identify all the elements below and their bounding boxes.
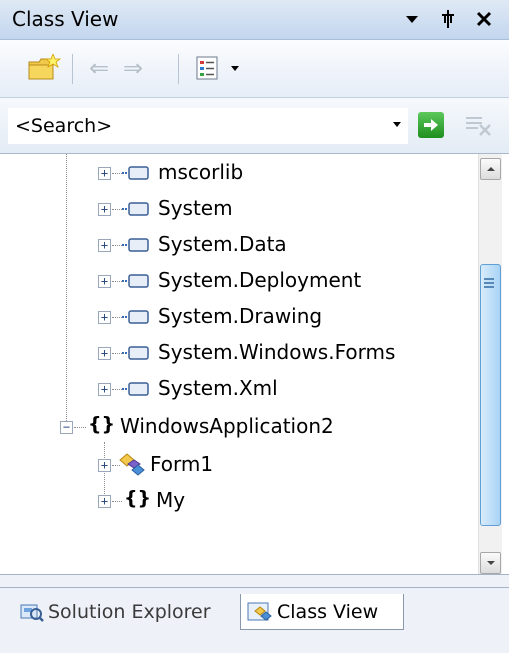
tree-item-label: mscorlib bbox=[158, 160, 244, 184]
back-button[interactable]: ⇐ bbox=[84, 50, 114, 86]
panel-title-bar: Class View bbox=[0, 0, 509, 40]
class-view-icon bbox=[247, 602, 272, 621]
window-position-dropdown-icon[interactable] bbox=[398, 4, 426, 34]
tree-item-label: Form1 bbox=[150, 452, 214, 476]
tree-guide-line bbox=[112, 501, 122, 502]
search-go-button[interactable] bbox=[418, 112, 444, 138]
tree-item-label: My bbox=[156, 488, 186, 512]
tree-item-system-data[interactable]: + System.Data bbox=[8, 228, 468, 262]
class-view-toolbar: ⇐ ⇒ bbox=[0, 40, 509, 98]
settings-dropdown-icon[interactable] bbox=[226, 50, 244, 86]
expand-icon[interactable]: + bbox=[98, 275, 111, 288]
scrollbar-thumb[interactable] bbox=[480, 264, 501, 526]
toolbar-separator bbox=[72, 54, 73, 84]
expand-icon[interactable]: + bbox=[98, 347, 111, 360]
tree-guide-line bbox=[112, 209, 122, 210]
tool-window-tabs: Solution Explorer Class View bbox=[0, 588, 509, 653]
tree-item-system-deployment[interactable]: + System.Deployment bbox=[8, 264, 468, 298]
tree-item-form1[interactable]: + Form1 bbox=[8, 448, 468, 482]
class-view-settings-icon bbox=[196, 56, 218, 80]
new-folder-button[interactable] bbox=[24, 50, 64, 86]
tree-guide-line bbox=[112, 317, 122, 318]
assembly-reference-icon bbox=[122, 166, 149, 180]
tree-guide-line bbox=[112, 173, 122, 174]
clear-search-icon bbox=[466, 117, 491, 136]
namespace-icon: {} bbox=[88, 413, 116, 435]
auto-hide-pin-icon[interactable] bbox=[434, 4, 462, 34]
assembly-reference-icon bbox=[122, 202, 149, 216]
class-icon bbox=[119, 453, 145, 476]
clear-search-button[interactable] bbox=[462, 110, 494, 140]
forward-button[interactable]: ⇒ bbox=[118, 50, 148, 86]
tree-guide-line bbox=[74, 427, 86, 428]
tree-item-system[interactable]: + System bbox=[8, 192, 468, 226]
assembly-reference-icon bbox=[122, 274, 149, 288]
tab-class-view[interactable]: Class View bbox=[240, 594, 404, 630]
namespace-icon: {} bbox=[124, 487, 152, 509]
panel-title: Class View bbox=[12, 7, 119, 31]
tree-item-system-drawing[interactable]: + System.Drawing bbox=[8, 300, 468, 334]
close-icon[interactable] bbox=[470, 4, 498, 34]
tree-item-system-windows-forms[interactable]: + System.Windows.Forms bbox=[8, 336, 468, 370]
expand-icon[interactable]: + bbox=[98, 167, 111, 180]
tree-guide-line bbox=[112, 245, 122, 246]
tree-guide-line bbox=[112, 281, 122, 282]
tree-guide-line bbox=[112, 353, 122, 354]
search-bar: <Search> bbox=[0, 98, 509, 154]
tree-item-system-xml[interactable]: + System.Xml bbox=[8, 372, 468, 406]
assembly-reference-icon bbox=[122, 238, 149, 252]
assembly-reference-icon bbox=[122, 346, 149, 360]
go-arrow-icon bbox=[424, 119, 438, 131]
expand-icon[interactable]: + bbox=[98, 383, 111, 396]
scroll-up-button[interactable] bbox=[480, 158, 501, 180]
tree-item-label: System.Drawing bbox=[158, 304, 323, 328]
tree-item-label: System.Windows.Forms bbox=[158, 340, 396, 364]
tab-label: Solution Explorer bbox=[48, 601, 211, 623]
tree-item-label: System.Deployment bbox=[158, 268, 362, 292]
scroll-down-button[interactable] bbox=[480, 552, 501, 574]
assembly-reference-icon bbox=[122, 382, 149, 396]
tab-label: Class View bbox=[277, 600, 379, 623]
expand-icon[interactable]: + bbox=[98, 459, 111, 472]
scrollbar-grip-icon bbox=[484, 278, 494, 290]
tree-item-label: System bbox=[158, 196, 233, 220]
expand-icon[interactable]: + bbox=[98, 203, 111, 216]
collapse-icon[interactable]: − bbox=[60, 421, 73, 434]
tree-item-my[interactable]: + {} My bbox=[8, 484, 468, 518]
expand-icon[interactable]: + bbox=[98, 495, 111, 508]
search-dropdown-icon[interactable] bbox=[392, 116, 402, 132]
search-input[interactable]: <Search> bbox=[8, 108, 408, 144]
vertical-scrollbar[interactable] bbox=[478, 154, 502, 578]
expand-icon[interactable]: + bbox=[98, 311, 111, 324]
scroll-up-icon bbox=[486, 167, 495, 171]
search-input-value: <Search> bbox=[15, 115, 113, 137]
tree-item-label: System.Xml bbox=[158, 376, 278, 400]
solution-explorer-icon bbox=[20, 604, 44, 622]
tree-item-mscorlib[interactable]: + mscorlib bbox=[8, 156, 468, 190]
tree-item-windowsapplication2[interactable]: − {} WindowsApplication2 bbox=[8, 410, 468, 444]
scroll-down-icon bbox=[486, 561, 495, 565]
tree-item-label: WindowsApplication2 bbox=[120, 414, 334, 438]
tab-solution-explorer[interactable]: Solution Explorer bbox=[14, 594, 236, 630]
tree-guide-line bbox=[112, 389, 122, 390]
forward-arrow-icon: ⇒ bbox=[122, 54, 144, 82]
toolbar-separator bbox=[178, 54, 179, 84]
assembly-reference-icon bbox=[122, 310, 149, 324]
panel-splitter[interactable] bbox=[0, 574, 509, 588]
expand-icon[interactable]: + bbox=[98, 239, 111, 252]
tree-item-label: System.Data bbox=[158, 232, 287, 256]
back-arrow-icon: ⇐ bbox=[88, 54, 110, 82]
new-folder-icon bbox=[28, 54, 61, 80]
class-tree: + mscorlib + System + System.Data + Syst… bbox=[8, 154, 509, 584]
class-view-settings-button[interactable] bbox=[192, 50, 222, 86]
